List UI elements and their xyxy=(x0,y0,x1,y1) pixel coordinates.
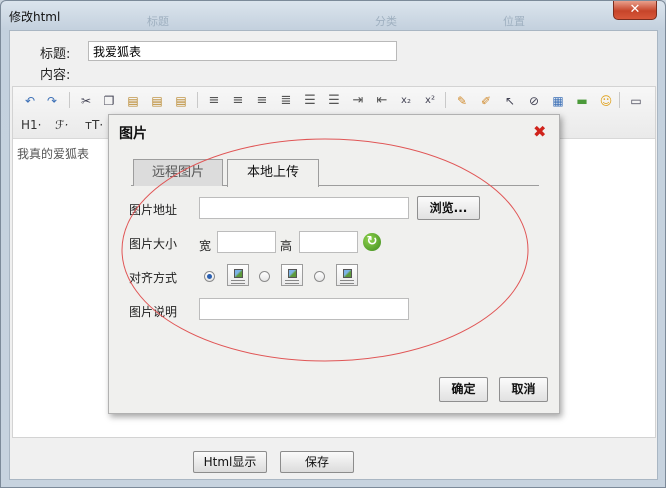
title-label: 标题: xyxy=(40,47,71,62)
tab-remote-image[interactable]: 远程图片 xyxy=(133,159,223,186)
align-justify-icon[interactable]: ≣ xyxy=(277,92,295,110)
dialog-title: 图片 xyxy=(119,126,147,142)
width-label: 宽 xyxy=(199,239,212,253)
image-url-input[interactable] xyxy=(199,197,409,219)
align-center-image-icon xyxy=(281,264,303,286)
fullscreen-icon[interactable]: ▭ xyxy=(627,92,645,110)
select-all-icon[interactable]: ↖ xyxy=(501,92,519,110)
height-label: 高 xyxy=(280,239,293,253)
title-input[interactable] xyxy=(88,41,397,61)
toolbar-separator xyxy=(197,92,198,108)
font-size-dropdown[interactable]: тT· xyxy=(85,118,103,132)
undo-icon[interactable]: ↶ xyxy=(21,92,39,110)
cut-icon[interactable]: ✂ xyxy=(77,92,95,110)
image-url-label: 图片地址 xyxy=(129,203,178,217)
paste-text-icon[interactable]: ▤ xyxy=(148,92,166,110)
tab-local-upload[interactable]: 本地上传 xyxy=(227,159,319,187)
image-dialog: 图片 ✖ 远程图片 本地上传 图片地址 浏览... 图片大小 宽 高 ↻ 对齐方… xyxy=(108,114,560,414)
ghost-tab-label: 标题 xyxy=(147,15,169,28)
superscript-icon[interactable]: x² xyxy=(421,92,439,110)
toolbar-separator xyxy=(619,92,620,108)
content-label: 内容: xyxy=(40,68,71,83)
unordered-list-icon[interactable]: ☰ xyxy=(325,92,343,110)
align-left-image-icon xyxy=(227,264,249,286)
image-description-input[interactable] xyxy=(199,298,409,320)
align-right-image-icon xyxy=(336,264,358,286)
alignment-label: 对齐方式 xyxy=(129,271,178,285)
heading-dropdown[interactable]: H1· xyxy=(21,118,41,132)
image-size-label: 图片大小 xyxy=(129,237,178,251)
align-left-radio[interactable] xyxy=(204,271,215,282)
dialog-close-icon[interactable]: ✖ xyxy=(533,122,546,141)
image-description-label: 图片说明 xyxy=(129,305,178,319)
copy-icon[interactable]: ❐ xyxy=(100,92,118,110)
font-family-dropdown[interactable]: ℱ· xyxy=(55,118,68,132)
align-center-icon[interactable]: ≡ xyxy=(229,92,247,110)
indent-icon[interactable]: ⇥ xyxy=(349,92,367,110)
toolbar-separator xyxy=(445,92,446,108)
align-center-radio[interactable] xyxy=(259,271,270,282)
align-left-icon[interactable]: ≡ xyxy=(205,92,223,110)
window-title: 修改html xyxy=(9,10,61,24)
redo-icon[interactable]: ↷ xyxy=(43,92,61,110)
format-brush-icon[interactable]: ✎ xyxy=(453,92,471,110)
height-input[interactable] xyxy=(299,231,358,253)
window-close-button[interactable]: ✕ xyxy=(613,1,657,20)
paste-icon[interactable]: ▤ xyxy=(124,92,142,110)
title-bar: 修改html 标题 分类 位置 ✕ xyxy=(1,1,665,29)
width-input[interactable] xyxy=(217,231,276,253)
dialog-ok-button[interactable]: 确定 xyxy=(439,377,488,402)
table-icon[interactable]: ▦ xyxy=(549,92,567,110)
subscript-icon[interactable]: x₂ xyxy=(397,92,415,110)
ghost-tab-label: 分类 xyxy=(375,15,397,28)
emoticon-icon[interactable]: ☺ xyxy=(597,92,615,110)
ghost-tab-label: 位置 xyxy=(503,15,525,28)
html-toggle-button[interactable]: Html显示 xyxy=(193,451,267,473)
save-button[interactable]: 保存 xyxy=(280,451,354,473)
align-right-radio[interactable] xyxy=(314,271,325,282)
clear-format-icon[interactable]: ✐ xyxy=(477,92,495,110)
horizontal-rule-icon[interactable]: ▬ xyxy=(573,92,591,110)
browse-button[interactable]: 浏览... xyxy=(417,196,480,220)
editor-content-text[interactable]: 我真的爱狐表 xyxy=(17,145,89,162)
align-right-icon[interactable]: ≡ xyxy=(253,92,271,110)
toolbar-separator xyxy=(69,92,70,108)
outdent-icon[interactable]: ⇤ xyxy=(373,92,391,110)
link-icon[interactable]: ⊘ xyxy=(525,92,543,110)
paste-word-icon[interactable]: ▤ xyxy=(172,92,190,110)
dialog-cancel-button[interactable]: 取消 xyxy=(499,377,548,402)
ordered-list-icon[interactable]: ☰ xyxy=(301,92,319,110)
refresh-size-icon[interactable]: ↻ xyxy=(363,233,381,251)
